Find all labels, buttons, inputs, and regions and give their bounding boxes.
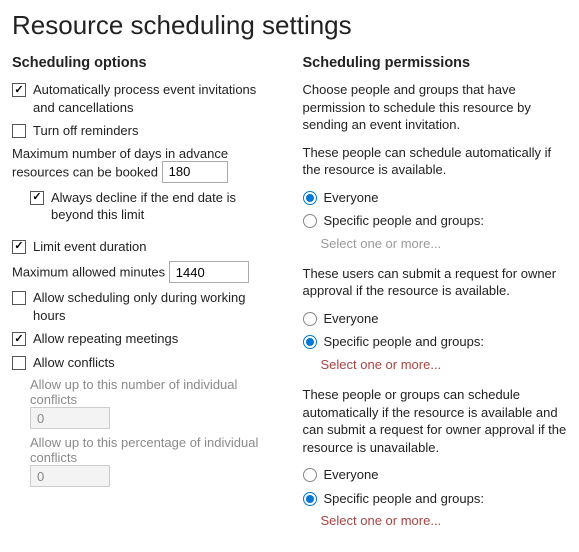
limit-duration-row[interactable]: Limit event duration — [12, 238, 277, 256]
auto-book-specific-label: Specific people and groups: — [324, 212, 568, 230]
auto-book-everyone-label: Everyone — [324, 189, 568, 207]
permissions-intro: Choose people and groups that have permi… — [303, 81, 568, 134]
turn-off-reminders-row[interactable]: Turn off reminders — [12, 122, 277, 140]
allow-repeating-checkbox[interactable] — [12, 332, 26, 346]
both-picker[interactable]: Select one or more... — [321, 513, 568, 528]
submit-request-specific-label: Specific people and groups: — [324, 333, 568, 351]
decline-beyond-checkbox[interactable] — [30, 191, 44, 205]
submit-request-specific-row[interactable]: Specific people and groups: — [303, 333, 568, 351]
working-hours-row[interactable]: Allow scheduling only during working hou… — [12, 289, 277, 324]
max-days-row: Maximum number of days in advance resour… — [12, 146, 277, 183]
auto-book-everyone-radio[interactable] — [303, 191, 317, 205]
limit-duration-checkbox[interactable] — [12, 240, 26, 254]
allow-repeating-label: Allow repeating meetings — [33, 330, 277, 348]
conflict-pct-label: Allow up to this percentage of individua… — [30, 435, 277, 465]
allow-conflicts-row[interactable]: Allow conflicts — [12, 354, 277, 372]
auto-book-desc: These people can schedule automatically … — [303, 144, 568, 179]
submit-request-everyone-row[interactable]: Everyone — [303, 310, 568, 328]
turn-off-reminders-label: Turn off reminders — [33, 122, 277, 140]
max-days-input[interactable] — [162, 161, 228, 183]
both-everyone-label: Everyone — [324, 466, 568, 484]
auto-book-picker: Select one or more... — [321, 236, 568, 251]
scheduling-permissions-section: Scheduling permissions Choose people and… — [303, 55, 568, 542]
allow-conflicts-checkbox[interactable] — [12, 356, 26, 370]
decline-beyond-label: Always decline if the end date is beyond… — [51, 189, 277, 224]
limit-duration-label: Limit event duration — [33, 238, 277, 256]
both-block: These people or groups can schedule auto… — [303, 386, 568, 528]
both-desc: These people or groups can schedule auto… — [303, 386, 568, 456]
conflict-count-row: Allow up to this number of individual co… — [30, 377, 277, 429]
content-columns: Scheduling options Automatically process… — [12, 55, 567, 542]
auto-book-block: These people can schedule automatically … — [303, 144, 568, 251]
both-everyone-radio[interactable] — [303, 468, 317, 482]
conflict-count-label: Allow up to this number of individual co… — [30, 377, 277, 407]
both-specific-label: Specific people and groups: — [324, 490, 568, 508]
both-specific-row[interactable]: Specific people and groups: — [303, 490, 568, 508]
submit-request-everyone-radio[interactable] — [303, 312, 317, 326]
allow-conflicts-label: Allow conflicts — [33, 354, 277, 372]
working-hours-label: Allow scheduling only during working hou… — [33, 289, 277, 324]
conflict-pct-input[interactable] — [30, 465, 110, 487]
auto-book-specific-radio[interactable] — [303, 214, 317, 228]
conflict-count-input[interactable] — [30, 407, 110, 429]
submit-request-block: These users can submit a request for own… — [303, 265, 568, 372]
submit-request-picker[interactable]: Select one or more... — [321, 357, 568, 372]
scheduling-options-heading: Scheduling options — [12, 55, 277, 71]
submit-request-desc: These users can submit a request for own… — [303, 265, 568, 300]
page-title: Resource scheduling settings — [12, 10, 567, 41]
max-minutes-row: Maximum allowed minutes — [12, 261, 277, 283]
submit-request-everyone-label: Everyone — [324, 310, 568, 328]
auto-process-checkbox[interactable] — [12, 83, 26, 97]
submit-request-specific-radio[interactable] — [303, 335, 317, 349]
scheduling-permissions-heading: Scheduling permissions — [303, 55, 568, 71]
turn-off-reminders-checkbox[interactable] — [12, 124, 26, 138]
auto-process-row[interactable]: Automatically process event invitations … — [12, 81, 277, 116]
max-minutes-input[interactable] — [169, 261, 249, 283]
auto-book-everyone-row[interactable]: Everyone — [303, 189, 568, 207]
both-everyone-row[interactable]: Everyone — [303, 466, 568, 484]
scheduling-options-section: Scheduling options Automatically process… — [12, 55, 277, 542]
conflict-pct-row: Allow up to this percentage of individua… — [30, 435, 277, 487]
working-hours-checkbox[interactable] — [12, 291, 26, 305]
auto-book-specific-row[interactable]: Specific people and groups: — [303, 212, 568, 230]
allow-repeating-row[interactable]: Allow repeating meetings — [12, 330, 277, 348]
auto-process-label: Automatically process event invitations … — [33, 81, 277, 116]
decline-beyond-row[interactable]: Always decline if the end date is beyond… — [30, 189, 277, 224]
both-specific-radio[interactable] — [303, 492, 317, 506]
max-minutes-label: Maximum allowed minutes — [12, 265, 165, 280]
